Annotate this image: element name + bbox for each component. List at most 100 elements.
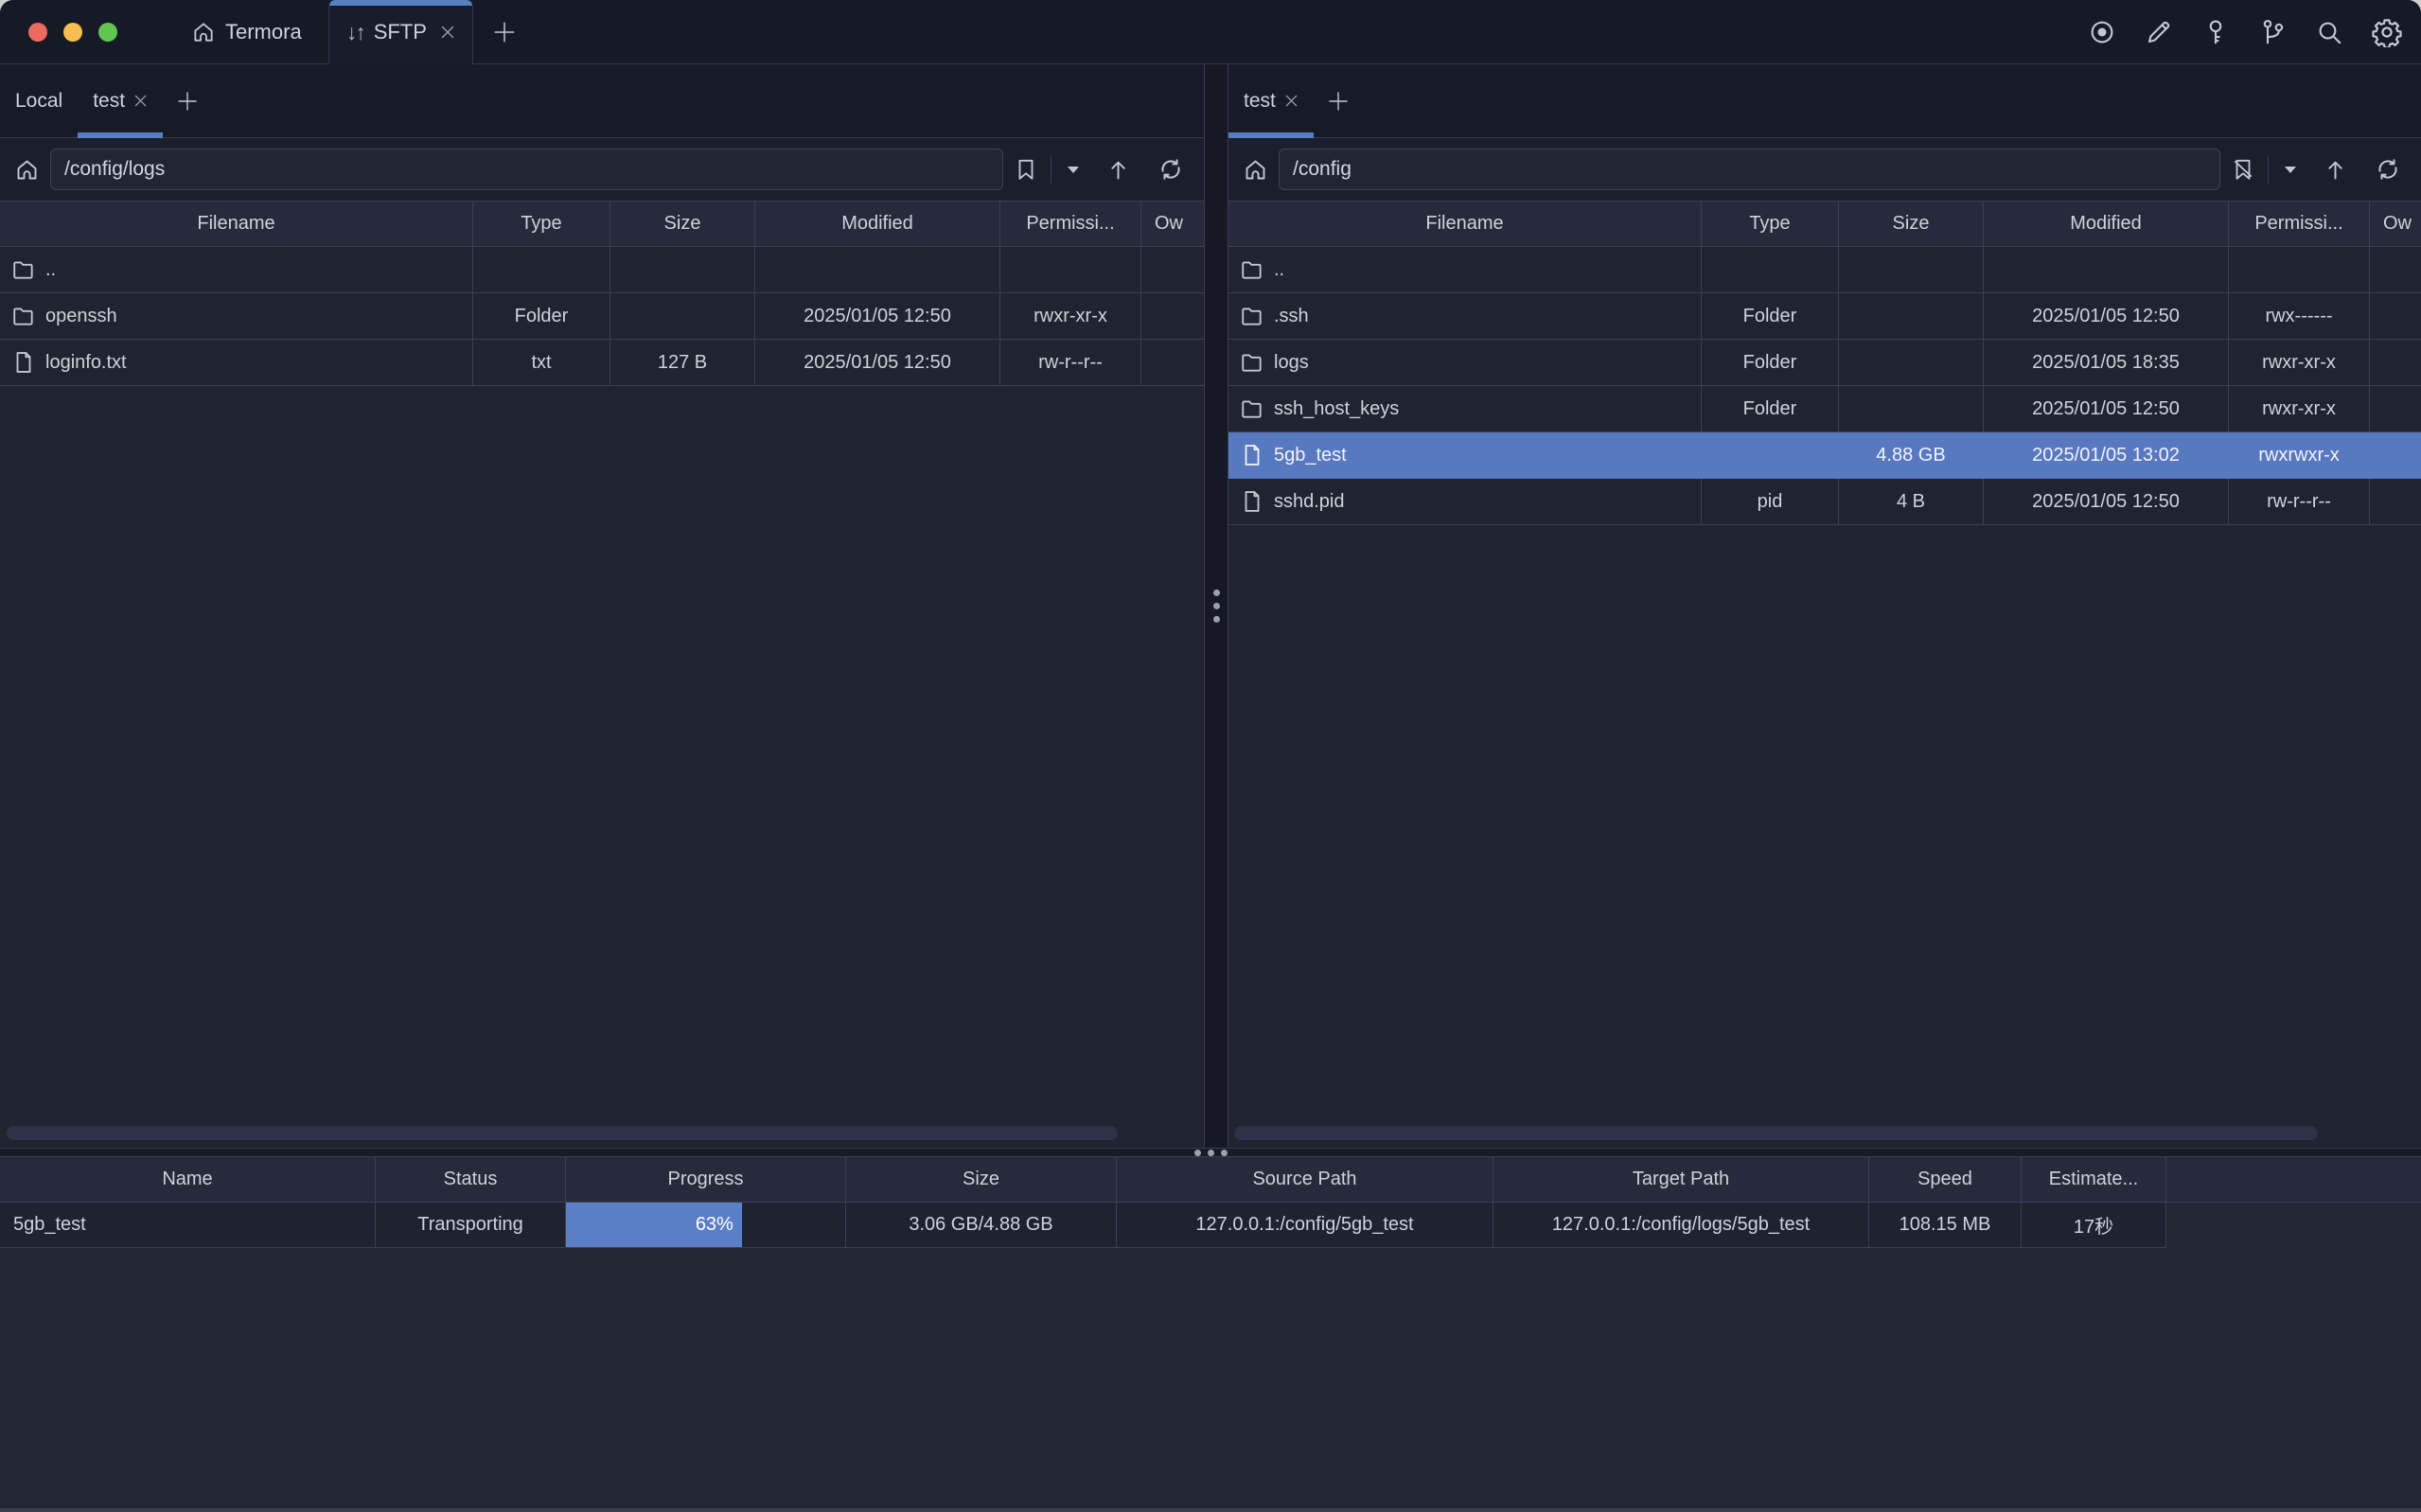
right-pane: test bbox=[1228, 64, 2421, 1148]
bookmark-remove-icon[interactable] bbox=[2228, 154, 2258, 185]
column-header-target-path[interactable]: Target Path bbox=[1493, 1156, 1869, 1203]
filename-label: logs bbox=[1274, 352, 1309, 374]
refresh-icon[interactable] bbox=[2372, 153, 2404, 185]
column-header-filename[interactable]: Filename bbox=[1228, 201, 1702, 247]
home-icon[interactable] bbox=[1240, 154, 1271, 185]
branch-icon[interactable] bbox=[2254, 14, 2290, 50]
transfer-status: Transporting bbox=[376, 1203, 566, 1248]
cell-filename: ssh_host_keys bbox=[1228, 386, 1702, 432]
transfer-source-path: 127.0.0.1:/config/5gb_test bbox=[1117, 1203, 1493, 1248]
close-window-button[interactable] bbox=[28, 23, 47, 42]
column-header-estimate[interactable]: Estimate... bbox=[2022, 1156, 2166, 1203]
transfer-size: 3.06 GB/4.88 GB bbox=[846, 1203, 1117, 1248]
bookmark-dropdown-icon[interactable] bbox=[2278, 164, 2303, 176]
file-row[interactable]: opensshFolder2025/01/05 12:50rwxr-xr-x bbox=[0, 293, 1204, 340]
transfer-progress-cell: 63% bbox=[566, 1203, 846, 1248]
cell-modified: 2025/01/05 18:35 bbox=[1984, 340, 2229, 386]
column-header-speed[interactable]: Speed bbox=[1869, 1156, 2022, 1203]
column-header-modified[interactable]: Modified bbox=[1984, 201, 2229, 247]
tab-sftp[interactable]: ↓↑ SFTP bbox=[328, 0, 473, 64]
column-header-size[interactable]: Size bbox=[610, 201, 755, 247]
horizontal-scrollbar[interactable] bbox=[1234, 1126, 2318, 1140]
folder-icon bbox=[11, 257, 36, 282]
tab-local-label: Local bbox=[15, 90, 62, 113]
bookmark-dropdown-icon[interactable] bbox=[1061, 164, 1086, 176]
tab-test-left[interactable]: test bbox=[78, 64, 163, 137]
filename-label: ssh_host_keys bbox=[1274, 398, 1399, 420]
zoom-window-button[interactable] bbox=[98, 23, 117, 42]
cell-permissions: rwx------ bbox=[2229, 293, 2370, 340]
search-icon[interactable] bbox=[2311, 14, 2347, 50]
column-header-permissi[interactable]: Permissi... bbox=[1000, 201, 1141, 247]
transfer-table: Name Status Progress Size Source Path Ta… bbox=[0, 1156, 2421, 1248]
path-input[interactable] bbox=[50, 149, 1003, 190]
tab-test-label: test bbox=[1244, 90, 1276, 113]
tab-local[interactable]: Local bbox=[0, 64, 78, 137]
column-header-modified[interactable]: Modified bbox=[755, 201, 1000, 247]
cell-size bbox=[1839, 340, 1984, 386]
new-pane-tab-button[interactable] bbox=[1314, 64, 1363, 137]
file-row[interactable]: loginfo.txttxt127 B2025/01/05 12:50rw-r-… bbox=[0, 340, 1204, 386]
close-tab-icon[interactable] bbox=[1284, 94, 1299, 108]
column-header-status[interactable]: Status bbox=[376, 1156, 566, 1203]
close-tab-icon[interactable] bbox=[133, 94, 148, 108]
home-icon[interactable] bbox=[11, 154, 43, 185]
file-row[interactable]: .. bbox=[0, 247, 1204, 293]
transfer-header-row: Name Status Progress Size Source Path Ta… bbox=[0, 1156, 2421, 1203]
horizontal-scrollbar[interactable] bbox=[7, 1126, 1118, 1140]
edit-icon[interactable] bbox=[2141, 14, 2177, 50]
column-header-type[interactable]: Type bbox=[473, 201, 610, 247]
cell-modified: 2025/01/05 13:02 bbox=[1984, 432, 2229, 479]
file-row[interactable]: 5gb_test4.88 GB2025/01/05 13:02rwxrwxr-x bbox=[1228, 432, 2421, 479]
minimize-window-button[interactable] bbox=[63, 23, 82, 42]
cell-type bbox=[1702, 247, 1839, 293]
column-header-filename[interactable]: Filename bbox=[0, 201, 473, 247]
app-tab-termora[interactable]: Termora bbox=[170, 0, 323, 63]
parent-directory-icon[interactable] bbox=[2320, 154, 2351, 185]
divider bbox=[2268, 155, 2269, 184]
new-pane-tab-button[interactable] bbox=[163, 64, 212, 137]
column-header-progress[interactable]: Progress bbox=[566, 1156, 846, 1203]
record-icon[interactable] bbox=[2084, 14, 2120, 50]
app-tab-label: Termora bbox=[225, 20, 302, 44]
cell-filename: .. bbox=[1228, 247, 1702, 293]
bookmark-icon[interactable] bbox=[1011, 154, 1041, 185]
cell-permissions: rwxr-xr-x bbox=[1000, 293, 1141, 340]
settings-icon[interactable] bbox=[2368, 13, 2406, 51]
parent-directory-icon[interactable] bbox=[1103, 154, 1134, 185]
cell-type: txt bbox=[473, 340, 610, 386]
column-header-size[interactable]: Size bbox=[846, 1156, 1117, 1203]
column-header-source-path[interactable]: Source Path bbox=[1117, 1156, 1493, 1203]
new-window-tab-button[interactable] bbox=[473, 0, 536, 63]
file-row[interactable]: ssh_host_keysFolder2025/01/05 12:50rwxr-… bbox=[1228, 386, 2421, 432]
close-tab-icon[interactable] bbox=[440, 25, 455, 40]
path-input[interactable] bbox=[1279, 149, 2220, 190]
cell-size bbox=[1839, 247, 1984, 293]
pane-splitter[interactable] bbox=[1204, 64, 1228, 1148]
file-row[interactable]: .sshFolder2025/01/05 12:50rwx------ bbox=[1228, 293, 2421, 340]
cell-size bbox=[1839, 293, 1984, 340]
filename-label: .. bbox=[45, 259, 56, 281]
key-icon[interactable] bbox=[2198, 14, 2234, 50]
refresh-icon[interactable] bbox=[1155, 153, 1187, 185]
file-row[interactable]: logsFolder2025/01/05 18:35rwxr-xr-x bbox=[1228, 340, 2421, 386]
cell-size bbox=[610, 247, 755, 293]
column-header-ow[interactable]: Ow bbox=[1141, 201, 1204, 247]
column-header-type[interactable]: Type bbox=[1702, 201, 1839, 247]
cell-filename: logs bbox=[1228, 340, 1702, 386]
cell-owner bbox=[2370, 340, 2421, 386]
column-header-permissi[interactable]: Permissi... bbox=[2229, 201, 2370, 247]
column-header-name[interactable]: Name bbox=[0, 1156, 376, 1203]
tab-test-right[interactable]: test bbox=[1228, 64, 1314, 137]
folder-icon bbox=[1240, 350, 1264, 375]
file-row[interactable]: .. bbox=[1228, 247, 2421, 293]
bottom-area bbox=[0, 1248, 2421, 1512]
column-header-size[interactable]: Size bbox=[1839, 201, 1984, 247]
cell-modified bbox=[1984, 247, 2229, 293]
transfer-panel-splitter[interactable] bbox=[0, 1148, 2421, 1156]
filename-label: openssh bbox=[45, 306, 117, 327]
column-header-ow[interactable]: Ow bbox=[2370, 201, 2421, 247]
traffic-lights bbox=[0, 0, 117, 63]
file-row[interactable]: sshd.pidpid4 B2025/01/05 12:50rw-r--r-- bbox=[1228, 479, 2421, 525]
transfer-row[interactable]: 5gb_test Transporting 63% 3.06 GB/4.88 G… bbox=[0, 1203, 2421, 1248]
